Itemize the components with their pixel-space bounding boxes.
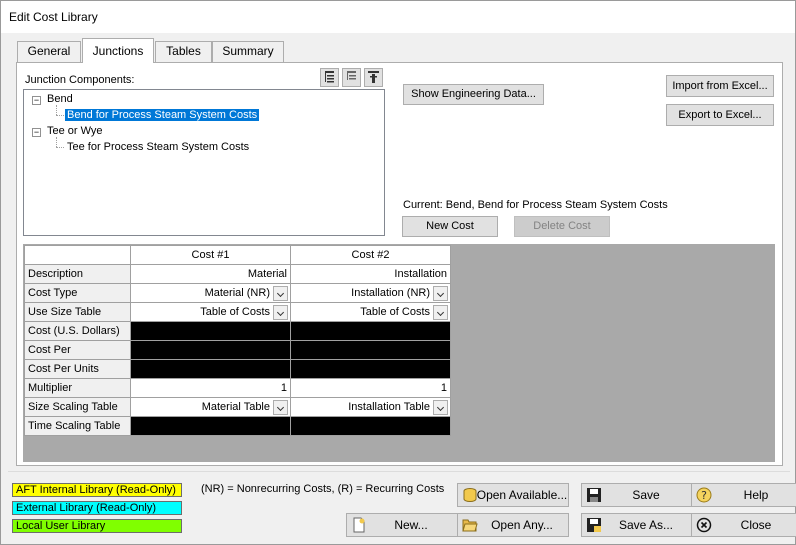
junction-components-tree[interactable]: − Bend Bend for Process Steam System Cos… bbox=[23, 89, 385, 236]
current-cost-label: Current: Bend, Bend for Process Steam Sy… bbox=[403, 199, 668, 211]
close-button[interactable]: Close bbox=[691, 513, 796, 537]
chevron-down-icon[interactable] bbox=[433, 400, 448, 415]
grid-row-cost-per-units: Cost Per Units bbox=[24, 359, 451, 379]
open-any-button[interactable]: Open Any... bbox=[457, 513, 569, 537]
show-engineering-data-button[interactable]: Show Engineering Data... bbox=[403, 84, 544, 105]
cell-cost-type-1[interactable]: Material (NR) bbox=[130, 283, 291, 303]
collapse-bend-icon[interactable]: − bbox=[32, 96, 41, 105]
legend-external: External Library (Read-Only) bbox=[12, 501, 182, 515]
grid-row-size-scaling-table: Size Scaling Table Material Table Instal… bbox=[24, 397, 451, 417]
grid-row-cost: Cost (U.S. Dollars) bbox=[24, 321, 451, 341]
delete-cost-button[interactable]: Delete Cost bbox=[514, 216, 610, 237]
row-label: Use Size Table bbox=[24, 302, 131, 322]
cost-type-note: (NR) = Nonrecurring Costs, (R) = Recurri… bbox=[201, 483, 445, 495]
row-label: Time Scaling Table bbox=[24, 416, 131, 436]
tab-junctions[interactable]: Junctions bbox=[82, 38, 154, 63]
expand-all-icon[interactable] bbox=[320, 68, 339, 87]
cell-multiplier-2[interactable]: 1 bbox=[290, 378, 451, 398]
grid-row-use-size-table: Use Size Table Table of Costs Table of C… bbox=[24, 302, 451, 322]
tab-general[interactable]: General bbox=[17, 41, 81, 62]
grid-row-time-scaling-table: Time Scaling Table bbox=[24, 416, 451, 436]
row-label: Cost Per Units bbox=[24, 359, 131, 379]
cell-cost-per-units-2 bbox=[290, 359, 451, 379]
filter-tree-icon[interactable] bbox=[364, 68, 383, 87]
cell-cost-per-2 bbox=[290, 340, 451, 360]
save-as-button[interactable]: Save As... bbox=[581, 513, 693, 537]
import-from-excel-button[interactable]: Import from Excel... bbox=[666, 75, 774, 97]
cell-cost-per-1 bbox=[130, 340, 291, 360]
cell-cost-1 bbox=[130, 321, 291, 341]
tab-tables[interactable]: Tables bbox=[155, 41, 212, 62]
cell-time-scaling-1 bbox=[130, 416, 291, 436]
grid-row-cost-type: Cost Type Material (NR) Installation (NR… bbox=[24, 283, 451, 303]
tree-item-tee-process-steam[interactable]: Tee for Process Steam System Costs bbox=[67, 141, 249, 153]
cell-cost-type-2[interactable]: Installation (NR) bbox=[290, 283, 451, 303]
tree-item-tee-or-wye[interactable]: Tee or Wye bbox=[47, 125, 103, 137]
cell-multiplier-1[interactable]: 1 bbox=[130, 378, 291, 398]
legend-aft-internal: AFT Internal Library (Read-Only) bbox=[12, 483, 182, 497]
row-label: Description bbox=[24, 264, 131, 284]
help-button[interactable]: ? Help bbox=[691, 483, 796, 507]
title-bar: Edit Cost Library bbox=[1, 1, 795, 33]
chevron-down-icon[interactable] bbox=[273, 286, 288, 301]
grid-row-multiplier: Multiplier 1 1 bbox=[24, 378, 451, 398]
cell-use-size-table-2[interactable]: Table of Costs bbox=[290, 302, 451, 322]
row-label: Cost Per bbox=[24, 340, 131, 360]
export-to-excel-button[interactable]: Export to Excel... bbox=[666, 104, 774, 126]
cell-time-scaling-2 bbox=[290, 416, 451, 436]
cell-use-size-table-1[interactable]: Table of Costs bbox=[130, 302, 291, 322]
cell-cost-per-units-1 bbox=[130, 359, 291, 379]
row-label: Cost (U.S. Dollars) bbox=[24, 321, 131, 341]
collapse-all-icon[interactable] bbox=[342, 68, 361, 87]
tree-item-bend-process-steam[interactable]: Bend for Process Steam System Costs bbox=[65, 109, 260, 121]
open-available-button[interactable]: Open Available... bbox=[457, 483, 569, 507]
cell-cost-2 bbox=[290, 321, 451, 341]
grid-row-description: Description Material Installation bbox=[24, 264, 451, 284]
new-button[interactable]: New... bbox=[346, 513, 458, 537]
junction-components-label: Junction Components: bbox=[25, 74, 135, 86]
chevron-down-icon[interactable] bbox=[433, 305, 448, 320]
column-header-cost-1[interactable]: Cost #1 bbox=[130, 245, 291, 265]
grid-header-row: Cost #1 Cost #2 bbox=[24, 245, 451, 265]
cost-grid: Cost #1 Cost #2 Description Material Ins… bbox=[24, 245, 451, 436]
edit-cost-library-dialog: Edit Cost Library General Junctions Tabl… bbox=[0, 0, 796, 545]
cell-size-scaling-2[interactable]: Installation Table bbox=[290, 397, 451, 417]
cell-size-scaling-1[interactable]: Material Table bbox=[130, 397, 291, 417]
legend-local-user: Local User Library bbox=[12, 519, 182, 533]
chevron-down-icon[interactable] bbox=[273, 305, 288, 320]
grid-row-cost-per: Cost Per bbox=[24, 340, 451, 360]
row-label: Multiplier bbox=[24, 378, 131, 398]
collapse-tee-icon[interactable]: − bbox=[32, 128, 41, 137]
row-label: Cost Type bbox=[24, 283, 131, 303]
cell-description-2[interactable]: Installation bbox=[290, 264, 451, 284]
footer-divider bbox=[8, 471, 790, 473]
cell-description-1[interactable]: Material bbox=[130, 264, 291, 284]
column-header-cost-2[interactable]: Cost #2 bbox=[290, 245, 451, 265]
chevron-down-icon[interactable] bbox=[433, 286, 448, 301]
new-cost-button[interactable]: New Cost bbox=[402, 216, 498, 237]
row-label: Size Scaling Table bbox=[24, 397, 131, 417]
chevron-down-icon[interactable] bbox=[273, 400, 288, 415]
window-title: Edit Cost Library bbox=[9, 10, 98, 24]
tree-item-bend[interactable]: Bend bbox=[47, 93, 73, 105]
tab-summary[interactable]: Summary bbox=[212, 41, 284, 62]
save-button[interactable]: Save bbox=[581, 483, 693, 507]
